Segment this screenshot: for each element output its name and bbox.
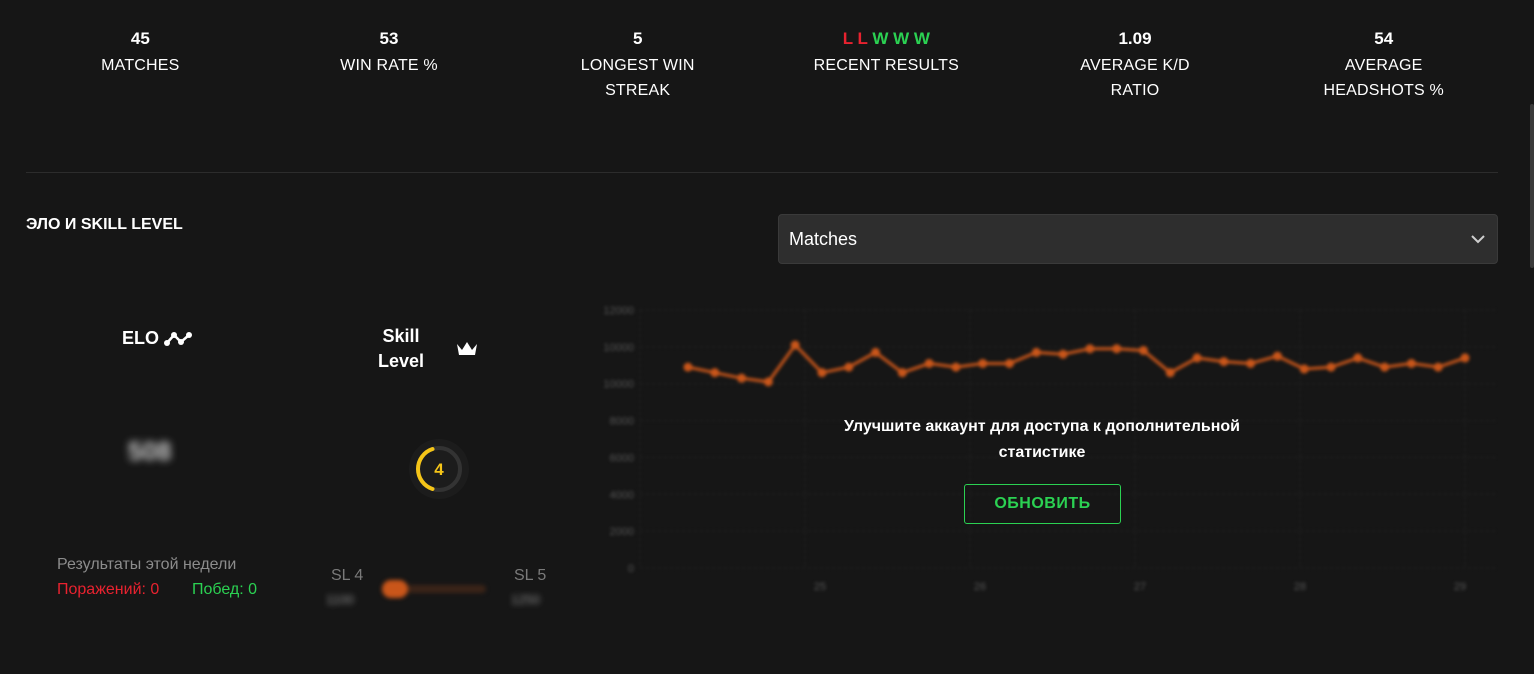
result-loss: L [842,29,853,48]
chart-data-point [844,362,854,372]
stat-label: WIN RATE % [340,57,438,74]
progress-fill [382,580,409,598]
chart-ytick-label: 8000 [610,416,634,428]
chart-data-point [1005,358,1015,368]
chart-ytick-label: 0 [628,563,634,575]
chart-data-point [924,358,934,368]
chart-data-point [763,377,773,387]
chart-data-point [1272,351,1282,361]
chart-data-point [817,368,827,378]
chart-data-point [737,373,747,383]
result-loss: L [857,29,868,48]
stat-value: 1.09 [1118,29,1152,48]
chart-ytick-label: 4000 [610,489,634,501]
stat-headshots: 54 AVERAGE HEADSHOTS % [1259,28,1508,103]
chart-data-point [790,340,800,350]
stat-label: MATCHES [101,57,180,74]
elo-title: ELO [122,328,193,349]
elo-graph-icon [164,331,193,346]
chart-data-point [1406,358,1416,368]
stat-win-rate: 53 WIN RATE % [265,28,514,103]
week-losses: Поражений: 0 [57,581,160,598]
chart-data-point [1460,353,1470,363]
skill-level-title: Skill Level [377,326,425,371]
chart-xtick-label: 29 [1454,581,1466,593]
skill-progress-bar [382,580,486,598]
stat-label: AVERAGE HEADSHOTS % [1323,57,1444,99]
stat-recent-results: L L W W W RECENT RESULTS [762,28,1011,103]
stat-value: 54 [1374,29,1394,48]
result-win: W [913,29,930,48]
section-title: ЭЛО И SKILL LEVEL [26,216,183,233]
chart-data-point [1165,368,1175,378]
skill-level-number: 4 [434,460,444,479]
chart-ytick-label: 2000 [610,526,634,538]
stat-label: RECENT RESULTS [813,57,960,74]
stat-value: 53 [379,29,399,48]
chart-xtick-label: 28 [1294,581,1306,593]
chart-data-point [1085,344,1095,354]
chart-data-point [1299,364,1309,374]
chart-xtick-label: 27 [1134,581,1146,593]
chart-data-point [871,347,881,357]
stat-kd-ratio: 1.09 AVERAGE K/D RATIO [1011,28,1260,103]
chart-data-point [1246,358,1256,368]
chart-data-point [951,362,961,372]
chart-data-point [897,368,907,378]
chart-data-point [1326,362,1336,372]
elo-label: ELO [122,328,160,348]
chart-data-point [1219,357,1229,367]
result-win: W [893,29,910,48]
chart-ytick-label: 10000 [603,342,634,354]
progress-from-level: SL 4 [331,567,364,584]
crown-icon [457,342,477,355]
chart-data-point [1380,362,1390,372]
skill-level-gauge: 4 [409,439,469,499]
stat-label: LONGEST WIN STREAK [580,57,695,99]
scrollbar-thumb[interactable] [1530,104,1534,268]
chart-data-point [1031,347,1041,357]
stat-value: 5 [632,29,643,48]
chart-ytick-label: 12000 [603,305,634,317]
chart-data-point [1112,344,1122,354]
chart-xtick-label: 25 [814,581,826,593]
chart-data-point [1353,353,1363,363]
progress-to-level: SL 5 [514,567,547,584]
upgrade-message: Улучшите аккаунт для доступа к дополните… [843,418,1241,461]
dropdown-selected-value: Matches [789,228,858,249]
section-divider [26,172,1498,173]
chart-ytick-label: 6000 [610,452,634,464]
recent-results-list: L L W W W [762,28,1011,50]
chart-data-point [1138,346,1148,356]
chart-ytick-label: 10000 [603,379,634,391]
chart-data-point [1192,353,1202,363]
chart-data-point [710,368,720,378]
progress-from-elo: 1100 [326,592,354,607]
elo-value-blurred: 508 [128,436,172,466]
chart-data-point [1433,362,1443,372]
chart-data-point [683,362,693,372]
week-results-title: Результаты этой недели [57,556,237,573]
stat-value: 45 [130,29,150,48]
progress-to-elo: 1250 [511,592,540,607]
chart-data-point [978,358,988,368]
chart-xtick-label: 26 [974,581,986,593]
stats-bar: 45 MATCHES 53 WIN RATE % 5 LONGEST WIN S… [16,28,1508,103]
stat-longest-streak: 5 LONGEST WIN STREAK [513,28,762,103]
stat-label: AVERAGE K/D RATIO [1080,57,1190,99]
chart-data-point [1058,349,1068,359]
result-win: W [872,29,889,48]
chevron-down-icon [1471,235,1485,244]
upgrade-button[interactable]: ОБНОВИТЬ [964,484,1121,524]
week-wins: Побед: 0 [192,581,258,598]
chart-mode-dropdown[interactable]: Matches [778,214,1498,264]
stat-matches: 45 MATCHES [16,28,265,103]
